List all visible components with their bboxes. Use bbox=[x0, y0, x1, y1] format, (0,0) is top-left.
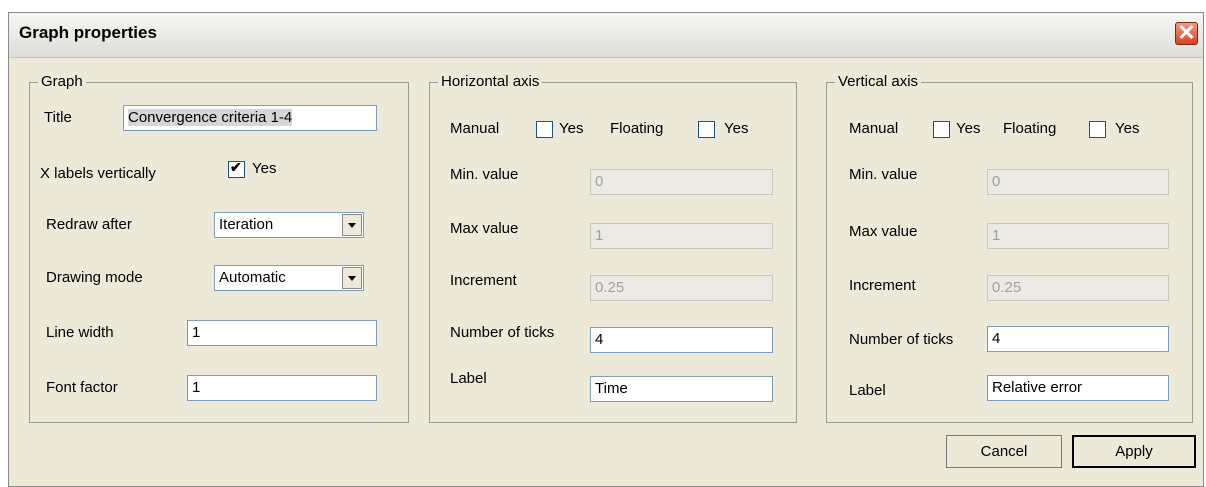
graph-group-legend: Graph bbox=[38, 73, 86, 90]
h-ticks-label: Number of ticks bbox=[450, 324, 555, 341]
title-input[interactable]: Convergence criteria 1-4 bbox=[123, 105, 377, 131]
h-min-input[interactable]: 0 bbox=[590, 169, 773, 195]
h-max-label: Max value bbox=[450, 220, 519, 237]
line-width-label: Line width bbox=[46, 324, 114, 341]
h-min-label: Min. value bbox=[450, 166, 519, 183]
vertical-axis-legend: Vertical axis bbox=[835, 73, 922, 90]
v-increment-label: Increment bbox=[849, 277, 916, 294]
drawing-mode-select[interactable]: Automatic bbox=[214, 265, 364, 291]
v-floating-checkbox[interactable] bbox=[1089, 121, 1106, 138]
v-floating-label: Floating bbox=[1003, 120, 1057, 137]
cancel-button[interactable]: Cancel bbox=[946, 435, 1062, 468]
xlabels-vertically-label: X labels vertically bbox=[40, 165, 156, 182]
h-label-label: Label bbox=[450, 370, 487, 387]
v-manual-yes-label: Yes bbox=[956, 120, 981, 137]
title-input-value: Convergence criteria 1-4 bbox=[128, 109, 293, 126]
v-increment-input[interactable]: 0.25 bbox=[987, 275, 1169, 301]
xlabels-yes-label: Yes bbox=[252, 160, 277, 177]
v-max-input[interactable]: 1 bbox=[987, 223, 1169, 249]
redraw-after-label: Redraw after bbox=[46, 216, 132, 233]
v-min-label: Min. value bbox=[849, 166, 918, 183]
v-ticks-input[interactable]: 4 bbox=[987, 326, 1169, 352]
h-manual-label: Manual bbox=[450, 120, 500, 137]
checkmark-icon: ✔ bbox=[230, 159, 242, 175]
vertical-axis-group: Vertical axis Manual Yes Floating Yes Mi… bbox=[826, 73, 1193, 423]
title-label: Title bbox=[44, 109, 72, 126]
v-manual-label: Manual bbox=[849, 120, 899, 137]
v-label-label: Label bbox=[849, 382, 886, 399]
v-min-input[interactable]: 0 bbox=[987, 169, 1169, 195]
redraw-after-value: Iteration bbox=[219, 216, 274, 233]
xlabels-vertically-checkbox[interactable]: ✔ bbox=[228, 159, 245, 178]
h-manual-checkbox[interactable] bbox=[536, 121, 553, 138]
close-icon: ✕ bbox=[1177, 20, 1196, 45]
chevron-down-icon[interactable] bbox=[342, 267, 362, 289]
v-max-label: Max value bbox=[849, 223, 918, 240]
h-ticks-input[interactable]: 4 bbox=[590, 327, 773, 353]
h-increment-input[interactable]: 0.25 bbox=[590, 275, 773, 301]
h-label-input[interactable]: Time bbox=[590, 376, 773, 402]
h-manual-yes-label: Yes bbox=[559, 120, 584, 137]
v-ticks-label: Number of ticks bbox=[849, 331, 954, 348]
v-manual-checkbox[interactable] bbox=[933, 121, 950, 138]
line-width-input[interactable]: 1 bbox=[187, 320, 377, 346]
h-floating-yes-label: Yes bbox=[724, 120, 749, 137]
font-factor-label: Font factor bbox=[46, 379, 118, 396]
graph-group: Graph Title Convergence criteria 1-4 X l… bbox=[29, 73, 409, 423]
close-button[interactable]: ✕ bbox=[1175, 20, 1198, 45]
font-factor-input[interactable]: 1 bbox=[187, 375, 377, 401]
chevron-down-icon[interactable] bbox=[342, 214, 362, 236]
window-title: Graph properties bbox=[19, 23, 157, 42]
v-floating-yes-label: Yes bbox=[1115, 120, 1140, 137]
apply-button[interactable]: Apply bbox=[1072, 435, 1196, 468]
drawing-mode-value: Automatic bbox=[219, 269, 286, 286]
h-floating-checkbox[interactable] bbox=[698, 121, 715, 138]
graph-properties-dialog: Graph properties ✕ Graph Title Convergen… bbox=[8, 12, 1204, 487]
horizontal-axis-group: Horizontal axis Manual Yes Floating Yes … bbox=[429, 73, 797, 423]
title-bar[interactable]: Graph properties ✕ bbox=[9, 13, 1203, 58]
h-increment-label: Increment bbox=[450, 272, 517, 289]
h-max-input[interactable]: 1 bbox=[590, 223, 773, 249]
h-floating-label: Floating bbox=[610, 120, 664, 137]
horizontal-axis-legend: Horizontal axis bbox=[438, 73, 543, 90]
drawing-mode-label: Drawing mode bbox=[46, 269, 143, 286]
v-label-input[interactable]: Relative error bbox=[987, 375, 1169, 401]
redraw-after-select[interactable]: Iteration bbox=[214, 212, 364, 238]
